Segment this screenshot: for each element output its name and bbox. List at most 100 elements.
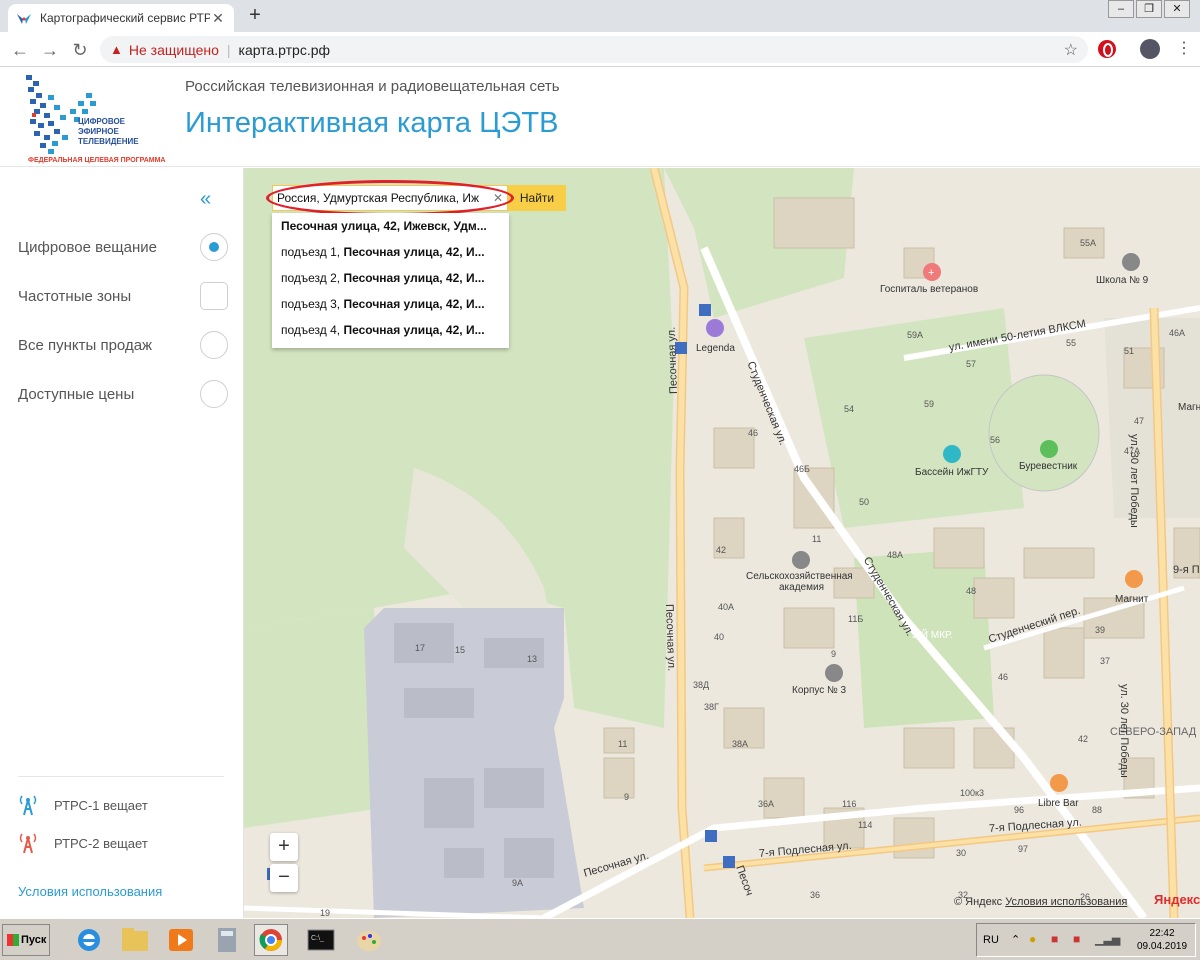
close-window-button[interactable]: ✕	[1164, 0, 1190, 18]
new-tab-button[interactable]: +	[244, 4, 266, 26]
radio-affordable-prices[interactable]	[200, 380, 228, 408]
minimize-button[interactable]: –	[1108, 0, 1134, 18]
house-number: 47	[1134, 416, 1145, 426]
checkbox-frequency-zones[interactable]	[200, 282, 228, 310]
chrome-taskbar-icon[interactable]	[254, 924, 288, 956]
yandex-logo[interactable]: Яндекс	[1154, 892, 1200, 907]
poi-korpus[interactable]: Корпус № 3	[792, 685, 846, 696]
option-label: Цифровое вещание	[18, 238, 157, 256]
paint-icon[interactable]	[352, 924, 386, 956]
house-number: 46A	[1169, 328, 1186, 338]
house-number: 96	[1014, 805, 1025, 815]
poi-magnit[interactable]: Магнит	[1115, 594, 1148, 605]
poi-academy-2: академия	[779, 582, 824, 593]
poi-legenda[interactable]: Legenda	[696, 343, 735, 354]
house-number: 57	[966, 359, 977, 369]
legend-rtrs2: РТРС-2 вещает	[18, 832, 148, 854]
tray-network-icon[interactable]: ■	[1073, 932, 1080, 946]
collapse-sidebar-icon[interactable]: «	[200, 188, 211, 211]
terms-of-use-link[interactable]: Условия использования	[18, 884, 162, 899]
poi-pool[interactable]: Бассейн ИжГТУ	[915, 467, 988, 478]
house-number: 11Б	[848, 614, 864, 624]
legend-rtrs1-label: РТРС-1 вещает	[54, 797, 148, 813]
radio-digital-broadcast[interactable]	[200, 233, 228, 261]
option-frequency-zones[interactable]: Частотные зоны	[18, 281, 228, 311]
suggestion-item[interactable]: подъезд 2, Песочная улица, 42, И...	[272, 265, 509, 291]
profile-avatar[interactable]	[1140, 39, 1160, 59]
house-number: 37	[1100, 656, 1111, 666]
house-number: 114	[858, 820, 873, 830]
house-number: 9A	[512, 878, 524, 888]
rtrs-favicon-icon	[17, 14, 31, 24]
separator: |	[226, 41, 231, 58]
map-copyright: © Яндекс Условия использования	[954, 896, 1128, 908]
tower-red-icon	[19, 833, 37, 854]
radio-all-sale-points[interactable]	[200, 331, 228, 359]
ie-icon[interactable]	[72, 924, 106, 956]
digital-tv-logo[interactable]: ЦИФРОВОЕ ЭФИРНОЕ ТЕЛЕВИДЕНИЕ ФЕДЕРАЛЬНАЯ…	[24, 73, 165, 165]
street-9ya: 9-я П	[1173, 564, 1200, 576]
site-header: ЦИФРОВОЕ ЭФИРНОЕ ТЕЛЕВИДЕНИЕ ФЕДЕРАЛЬНАЯ…	[0, 67, 1200, 167]
browser-menu-icon[interactable]: ⋮	[1176, 38, 1192, 58]
warning-icon: ▲	[110, 42, 123, 57]
opera-extension-icon[interactable]	[1098, 40, 1116, 58]
legend-divider	[18, 776, 224, 777]
zoom-in-button[interactable]: +	[270, 833, 298, 861]
option-affordable-prices[interactable]: Доступные цены	[18, 379, 228, 409]
security-label[interactable]: Не защищено	[129, 42, 219, 58]
option-label: Доступные цены	[18, 385, 135, 403]
address-bar[interactable]: ▲ Не защищено | карта.ртрс.рф ☆	[100, 36, 1088, 63]
option-digital-broadcast[interactable]: Цифровое вещание	[18, 232, 228, 262]
tray-user-icon[interactable]: ●	[1029, 932, 1036, 946]
annotation-highlight	[266, 180, 514, 216]
house-number: 38Д	[693, 680, 710, 690]
map-terms-link[interactable]: Условия использования	[1005, 896, 1127, 908]
close-tab-icon[interactable]: ✕	[210, 10, 226, 27]
tray-expand-icon[interactable]: ⌃	[1011, 933, 1020, 946]
clock[interactable]: 22:42 09.04.2019	[1137, 927, 1187, 953]
house-number: 39	[1095, 625, 1106, 635]
reload-icon[interactable]: ↻	[68, 38, 92, 62]
poi-magnit-partial[interactable]: Магн	[1178, 402, 1200, 413]
explorer-icon[interactable]	[118, 924, 152, 956]
house-number: 11	[618, 739, 628, 749]
street-pobedy-2: ул. 30 лет Победы	[1118, 684, 1130, 778]
district-label: 3-Й МКР.	[912, 630, 953, 641]
find-button[interactable]: Найти	[508, 185, 566, 211]
start-button[interactable]: Пуск	[2, 924, 50, 956]
zoom-out-button[interactable]: −	[270, 864, 298, 892]
restore-button[interactable]: ❐	[1136, 0, 1162, 18]
option-all-sale-points[interactable]: Все пункты продаж	[18, 330, 228, 360]
back-icon[interactable]: ←	[8, 38, 32, 62]
url-text[interactable]: карта.ртрс.рф	[239, 42, 1064, 58]
calculator-icon[interactable]	[210, 924, 244, 956]
suggestion-item[interactable]: Песочная улица, 42, Ижевск, Удм...	[272, 213, 509, 239]
svg-text:C:\_: C:\_	[311, 935, 324, 942]
poi-academy[interactable]: Сельскохозяйственная	[746, 571, 853, 582]
house-number: 30	[956, 848, 967, 858]
system-tray: RU ⌃ ● ■ ■ ▁▃▅ 22:42 09.04.2019	[976, 923, 1196, 957]
house-number: 48A	[887, 550, 904, 560]
tray-speaker-icon[interactable]: ■	[1051, 932, 1058, 946]
cmd-icon[interactable]: C:\_	[304, 924, 338, 956]
map-area[interactable]: + Госпиталь ветеранов Школа № 9 Legenda …	[244, 168, 1200, 918]
house-number: 46Б	[794, 464, 810, 474]
poi-burevestnik[interactable]: Буревестник	[1019, 461, 1077, 472]
house-number: 55	[1066, 338, 1077, 348]
poi-hospital[interactable]: Госпиталь ветеранов	[880, 284, 978, 295]
language-indicator[interactable]: RU	[983, 934, 999, 946]
poi-school[interactable]: Школа № 9	[1096, 275, 1148, 286]
browser-tab[interactable]: Картографический сервис РТРС ✕	[8, 4, 234, 32]
bookmark-star-icon[interactable]: ☆	[1064, 40, 1078, 60]
suggestion-item[interactable]: подъезд 4, Песочная улица, 42, И...	[272, 317, 509, 343]
house-number: 116	[842, 799, 857, 809]
tray-signal-icon[interactable]: ▁▃▅	[1095, 933, 1120, 946]
search-suggestions: Песочная улица, 42, Ижевск, Удм... подъе…	[272, 213, 509, 348]
suggestion-item[interactable]: подъезд 3, Песочная улица, 42, И...	[272, 291, 509, 317]
option-label: Все пункты продаж	[18, 336, 153, 354]
suggestion-item[interactable]: подъезд 1, Песочная улица, 42, И...	[272, 239, 509, 265]
poi-librebar[interactable]: Libre Bar	[1038, 798, 1079, 809]
forward-icon[interactable]: →	[38, 38, 62, 62]
media-player-icon[interactable]	[164, 924, 198, 956]
house-number: 97	[1018, 844, 1029, 854]
